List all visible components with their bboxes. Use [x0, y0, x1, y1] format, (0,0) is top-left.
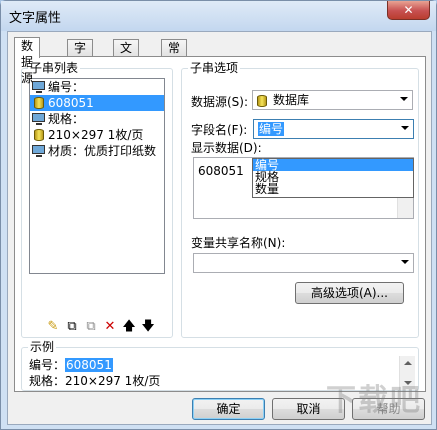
text-properties-dialog: 文字属性 ✕ 数据源 字体 文本 常规 子串列表 编号： 608051: [0, 0, 437, 430]
window-title: 文字属性: [9, 11, 62, 26]
list-item-label: 210×297 1枚/页: [48, 128, 144, 142]
delete-icon[interactable]: ✕: [102, 319, 118, 335]
list-item-label: 材质：优质打印纸数: [48, 144, 157, 158]
list-item[interactable]: 608051: [30, 95, 164, 111]
display-data-value: 608051: [198, 164, 244, 178]
datasource-label: 数据源(S):: [191, 95, 249, 109]
list-item[interactable]: 编号：: [30, 79, 164, 95]
example-title: 示例: [28, 340, 57, 354]
chevron-down-icon: [401, 126, 409, 130]
database-icon: [257, 93, 267, 107]
tab-text[interactable]: 文本: [113, 39, 140, 71]
sub-options-title: 子串选项: [188, 61, 241, 75]
shared-var-select[interactable]: [193, 253, 414, 273]
list-item[interactable]: 规格：: [30, 111, 164, 127]
tab-font[interactable]: 字体: [67, 39, 94, 71]
ok-button[interactable]: 确定: [192, 398, 265, 420]
dialog-client: 数据源 字体 文本 常规 子串列表 编号： 608051: [7, 31, 432, 425]
field-select[interactable]: 编号: [253, 119, 414, 139]
database-icon: [32, 97, 46, 109]
monitor-icon: [32, 145, 46, 157]
scroll-up-icon[interactable]: [404, 361, 412, 365]
list-item-label: 规格：: [48, 112, 85, 126]
example-line-2: 规格：210×297 1枚/页: [29, 374, 161, 388]
datasource-select[interactable]: 数据库: [252, 90, 413, 110]
paste-icon[interactable]: ⧉: [83, 319, 99, 335]
chevron-down-icon: [400, 97, 408, 101]
example-line-1: 编号：608051: [29, 358, 113, 372]
watermark: 下载吧: [326, 383, 422, 418]
list-item[interactable]: 210×297 1枚/页: [30, 127, 164, 143]
field-value: 编号: [258, 122, 285, 136]
sub-list-group: 子串列表 编号： 608051 规格： 210×297 1枚/页 材质：优质打印…: [21, 61, 173, 338]
copy-icon[interactable]: ⧉: [64, 319, 80, 335]
chevron-down-icon: [401, 260, 409, 264]
move-down-icon[interactable]: 🡇: [140, 319, 156, 335]
list-item-label: 编号：: [48, 80, 85, 94]
sub-list-box[interactable]: 编号： 608051 规格： 210×297 1枚/页 材质：优质打印纸数: [29, 78, 165, 274]
sub-list-title: 子串列表: [28, 61, 81, 75]
close-button[interactable]: ✕: [387, 1, 430, 20]
datasource-value: 数据库: [273, 93, 310, 107]
database-icon: [32, 129, 46, 141]
monitor-icon: [32, 81, 46, 93]
tab-datasource[interactable]: 数据源: [14, 37, 41, 85]
advanced-options-button[interactable]: 高级选项(A)...: [295, 282, 404, 304]
tab-general[interactable]: 常规: [161, 39, 188, 71]
monitor-icon: [32, 113, 46, 125]
datasource-panel: 子串列表 编号： 608051 规格： 210×297 1枚/页 材质：优质打印…: [14, 56, 426, 392]
field-label: 字段名(F):: [191, 123, 248, 137]
title-bar[interactable]: 文字属性 ✕: [1, 1, 436, 31]
new-item-icon[interactable]: ✎: [45, 319, 61, 335]
move-up-icon[interactable]: 🡅: [121, 319, 137, 335]
display-data-label: 显示数据(D):: [191, 141, 262, 155]
list-item[interactable]: 材质：优质打印纸数: [30, 143, 164, 159]
list-item-label: 608051: [48, 96, 94, 110]
dropdown-option[interactable]: 数量: [253, 183, 413, 195]
field-dropdown-list[interactable]: 编号 规格 数量: [252, 158, 414, 198]
shared-var-label: 变量共享名称(N):: [191, 236, 286, 250]
